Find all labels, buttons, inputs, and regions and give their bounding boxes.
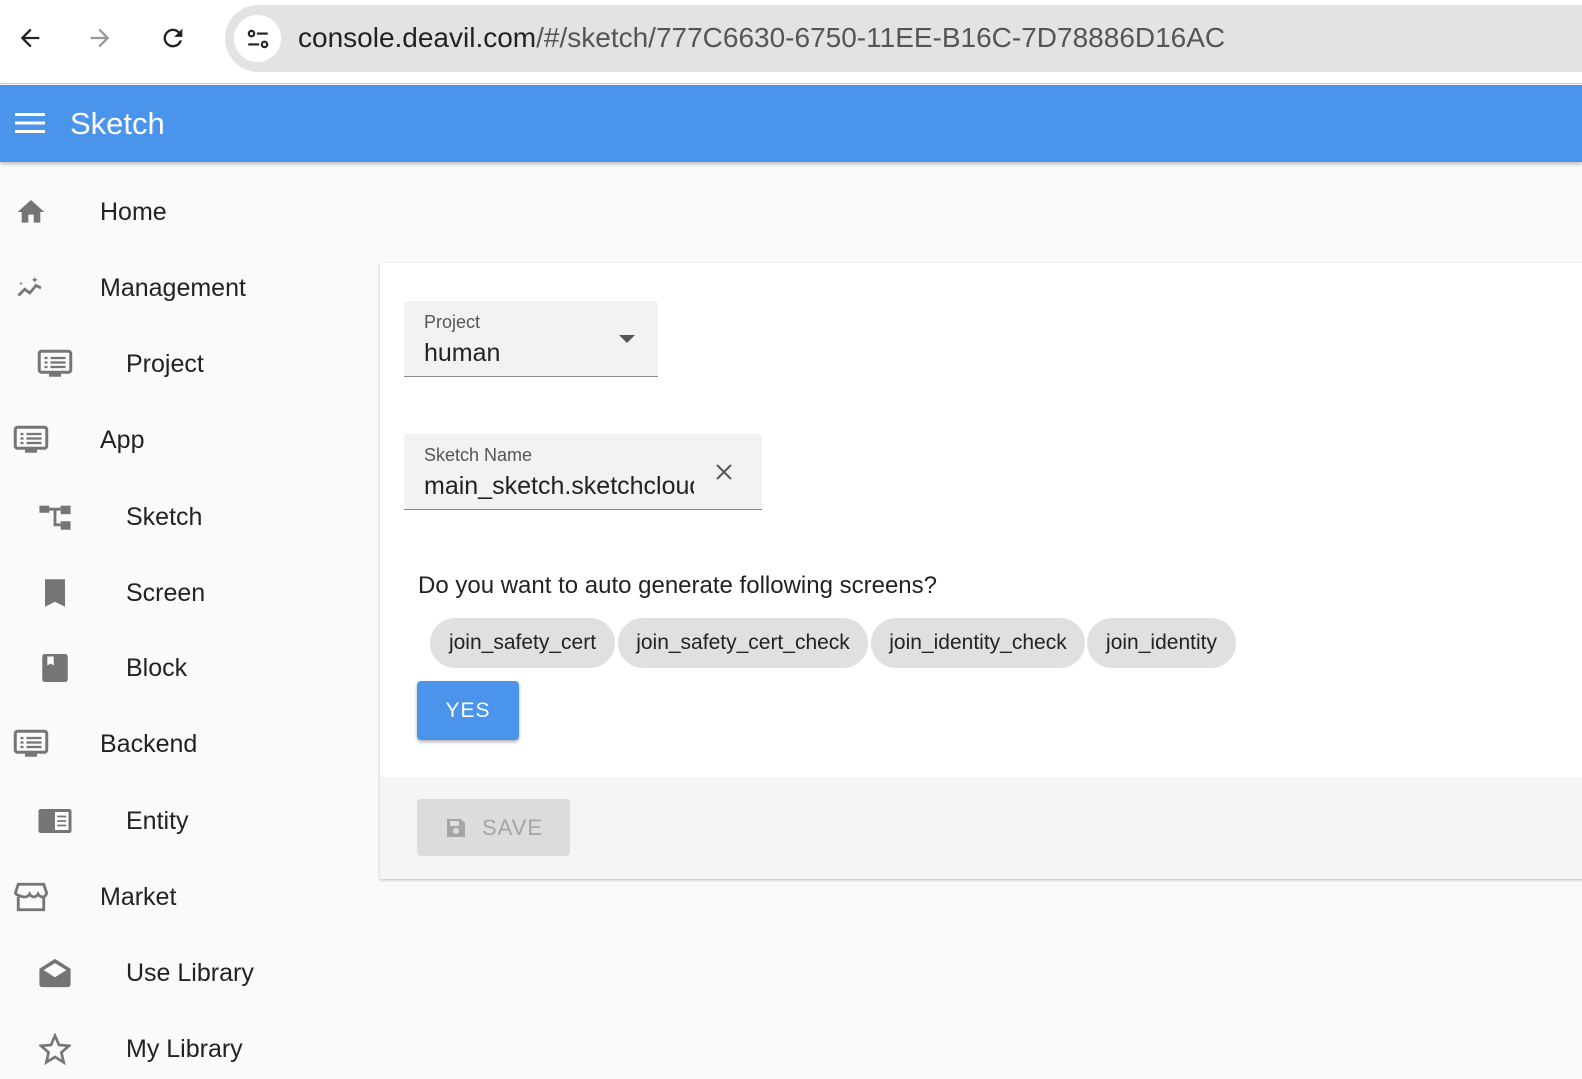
sidebar-item-use-library[interactable]: Use Library [0,943,370,1003]
sketch-name-label: Sketch Name [424,445,533,465]
url-text[interactable]: console.deavil.com/#/sketch/777C6630-675… [298,22,1225,54]
monitor-list-icon [13,726,49,762]
sidebar-item-home[interactable]: Home [0,182,370,242]
insights-icon [13,270,49,306]
address-bar[interactable]: console.deavil.com/#/sketch/777C6630-675… [225,5,1582,72]
auto-generate-question: Do you want to auto generate following s… [418,572,937,599]
sidebar-item-label: App [100,425,145,454]
screen-chip[interactable]: join_safety_cert_check [618,618,868,668]
home-icon [13,194,49,230]
sidebar-item-label: Project [126,349,204,378]
sidebar-item-label: Market [100,882,177,911]
reload-icon [163,28,183,48]
save-icon [446,818,465,837]
screen-chip[interactable]: join_identity_check [871,618,1085,668]
sidebar-item-market[interactable]: Market [0,867,370,927]
save-label: SAVE [481,814,544,840]
project-value: human [424,339,501,367]
star-icon [37,1031,73,1067]
clear-icon[interactable] [715,463,733,481]
reload-button[interactable] [155,20,191,56]
sidebar-item-label: Entity [126,806,189,835]
sidebar-item-entity[interactable]: Entity [0,791,370,851]
card-actions: SAVE [380,777,1582,879]
bookmark-icon [37,575,73,611]
storefront-icon [13,879,49,915]
arrow-right-icon [90,28,110,48]
chrome-reader-icon [37,803,73,839]
arrow-left-icon [20,28,40,48]
forward-button[interactable] [82,20,118,56]
sidebar-item-management[interactable]: Management [0,258,370,318]
sketch-name-input[interactable]: Sketch Name main_sketch.sketchcloud [404,434,762,510]
screen-chip[interactable]: join_identity [1087,618,1236,668]
menu-button[interactable] [15,111,47,140]
dropdown-arrow-icon [619,335,635,343]
sidebar-item-label: My Library [126,1034,243,1063]
save-button[interactable]: SAVE [417,799,570,856]
sidebar-item-project[interactable]: Project [0,334,370,394]
sketch-name-value[interactable]: main_sketch.sketchcloud [424,472,694,501]
sidebar-item-label: Management [100,273,246,302]
sidebar-item-block[interactable]: Block [0,638,370,698]
screen-chip[interactable]: join_safety_cert [430,618,615,668]
sidebar-item-label: Backend [100,729,198,758]
drafts-icon [37,955,73,991]
url-host: console.deavil.com [298,22,537,53]
project-label: Project [424,312,481,332]
sidebar-item-backend[interactable]: Backend [0,714,370,774]
project-select[interactable]: Project human [404,301,658,377]
app-title: Sketch [70,106,165,141]
app-bar: Sketch [0,85,1582,162]
sidebar-item-app[interactable]: App [0,410,370,470]
sidebar-item-label: Use Library [126,958,254,987]
url-path: /#/sketch/777C6630-6750-11EE-B16C-7D7888… [536,22,1226,53]
sidebar-item-sketch[interactable]: Sketch [0,487,370,547]
browser-toolbar: console.deavil.com/#/sketch/777C6630-675… [0,0,1582,84]
sidebar-item-label: Screen [126,578,206,607]
sidebar-item-label: Home [100,197,167,226]
sidebar-item-screen[interactable]: Screen [0,563,370,623]
monitor-list-icon [13,422,49,458]
sidebar-item-label: Sketch [126,502,203,531]
yes-button[interactable]: YES [417,681,519,740]
sketch-form-card: Project human Sketch Name main_sketch.sk… [380,263,1582,879]
site-settings-icon[interactable] [234,15,281,62]
account-tree-icon [37,499,73,535]
sidebar-item-my-library[interactable]: My Library [0,1019,370,1079]
monitor-list-icon [37,346,73,382]
hamburger-icon [15,113,45,133]
book-icon [37,650,73,686]
sidebar-item-label: Block [126,653,188,682]
back-button[interactable] [12,20,48,56]
